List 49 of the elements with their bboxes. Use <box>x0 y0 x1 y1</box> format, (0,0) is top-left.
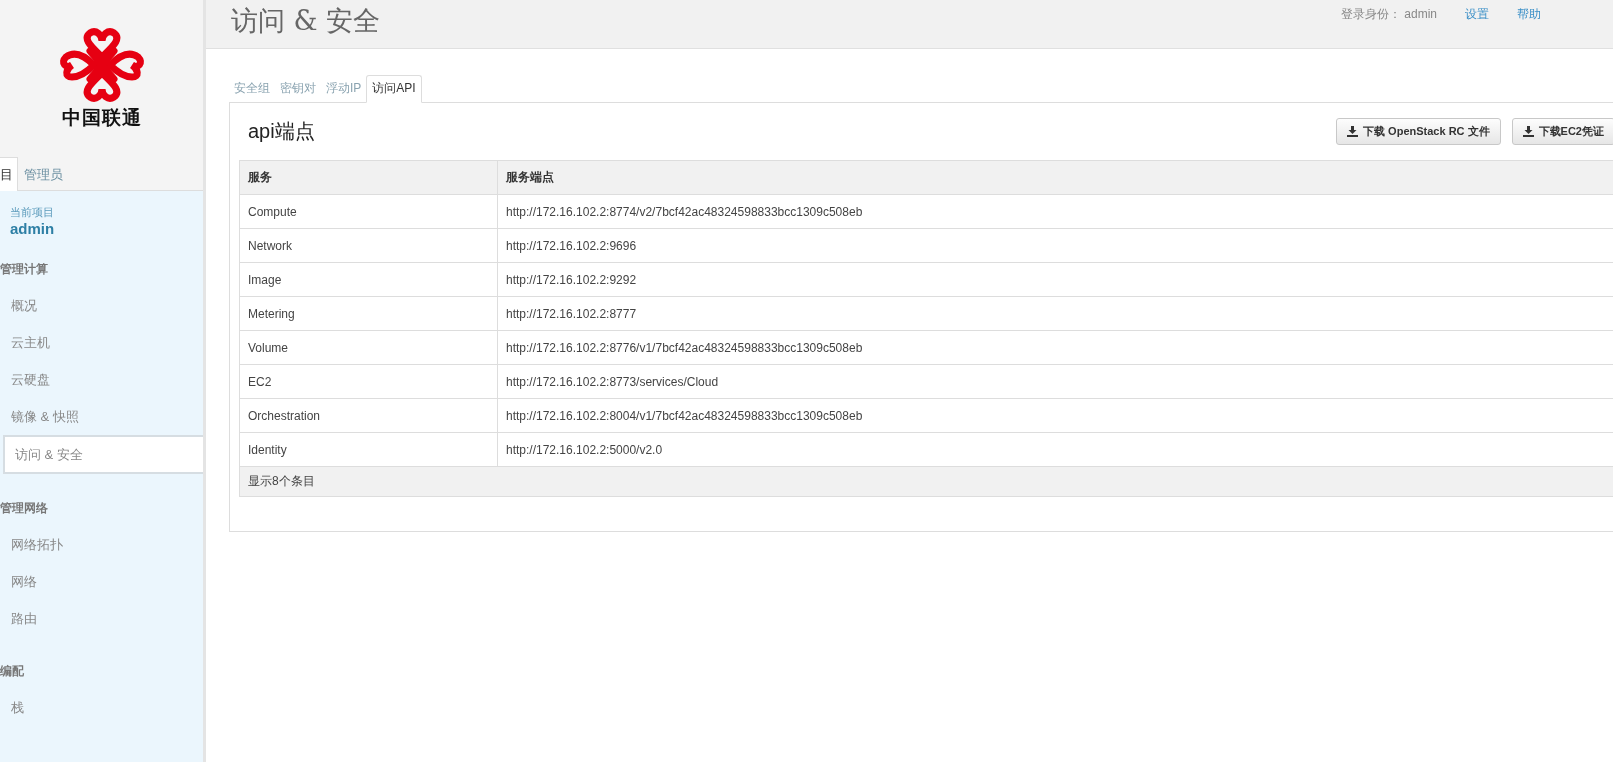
table-cell: Compute <box>239 194 498 229</box>
header-link[interactable]: 设置 <box>1465 6 1489 48</box>
current-project-name: admin <box>9 220 56 237</box>
brand-name: 中国联通 <box>61 106 142 130</box>
table-cell: Image <box>239 262 498 297</box>
logged-in-user: 登录身份： admin <box>1340 6 1437 23</box>
tab[interactable]: 访问API <box>366 75 422 103</box>
page-title: 访问 & 安全 <box>231 4 381 38</box>
nav-item[interactable]: 云硬盘 <box>0 361 203 398</box>
table-cell: http://172.16.102.2:5000/v2.0 <box>497 432 1613 467</box>
nav-item[interactable]: 网络拓扑 <box>0 526 203 563</box>
table-cell: Volume <box>239 330 498 365</box>
nav-item[interactable]: 网络 <box>0 563 203 600</box>
nav-item[interactable]: 概况 <box>0 287 203 324</box>
download-icon <box>1522 126 1534 137</box>
nav-group-title: 管理计算 <box>0 261 49 275</box>
nav-group-title: 编配 <box>0 663 25 677</box>
nav-item[interactable]: 镜像 & 快照 <box>0 398 203 435</box>
section-title: api端点 <box>247 119 315 144</box>
nav-item[interactable]: 路由 <box>0 600 203 637</box>
table-cell: Orchestration <box>239 398 498 433</box>
nav-group-title: 管理网络 <box>0 500 49 514</box>
download-button[interactable]: 下载EC2凭证 <box>1511 118 1613 145</box>
table-cell: http://172.16.102.2:8774/v2/7bcf42ac48324598833bcc1309c508eb <box>497 194 1613 229</box>
download-icon <box>1347 126 1359 137</box>
table-cell: http://172.16.102.2:8004/v1/7bcf42ac48324598833bcc1309c508eb <box>497 398 1613 433</box>
nav-item[interactable]: 访问 & 安全 <box>3 435 203 474</box>
table-cell: http://172.16.102.2:9292 <box>497 262 1613 297</box>
table-cell: Identity <box>239 432 498 467</box>
sidebar-tab[interactable]: 目 <box>0 157 18 191</box>
current-project-label: 当前项目 <box>9 205 55 220</box>
table-cell: http://172.16.102.2:8776/v1/7bcf42ac48324598833bcc1309c508eb <box>497 330 1613 365</box>
tab[interactable]: 浮动IP <box>321 80 367 102</box>
tab[interactable]: 安全组 <box>229 80 275 102</box>
column-header: 服务端点 <box>497 160 1613 195</box>
nav-item[interactable]: 云主机 <box>0 324 203 361</box>
sidebar-tab[interactable]: 管理员 <box>18 160 69 190</box>
header-link[interactable]: 帮助 <box>1517 6 1541 48</box>
nav-item[interactable]: 栈 <box>0 689 203 726</box>
download-button[interactable]: 下载 OpenStack RC 文件 <box>1336 118 1501 145</box>
table-footer: 显示8个条目 <box>239 466 1613 497</box>
table-cell: http://172.16.102.2:8777 <box>497 296 1613 331</box>
table-cell: EC2 <box>239 364 498 399</box>
table-cell: http://172.16.102.2:8773/services/Cloud <box>497 364 1613 399</box>
tab[interactable]: 密钥对 <box>275 80 321 102</box>
table-cell: http://172.16.102.2:9696 <box>497 228 1613 263</box>
table-cell: Metering <box>239 296 498 331</box>
table-cell: Network <box>239 228 498 263</box>
column-header: 服务 <box>239 160 498 195</box>
